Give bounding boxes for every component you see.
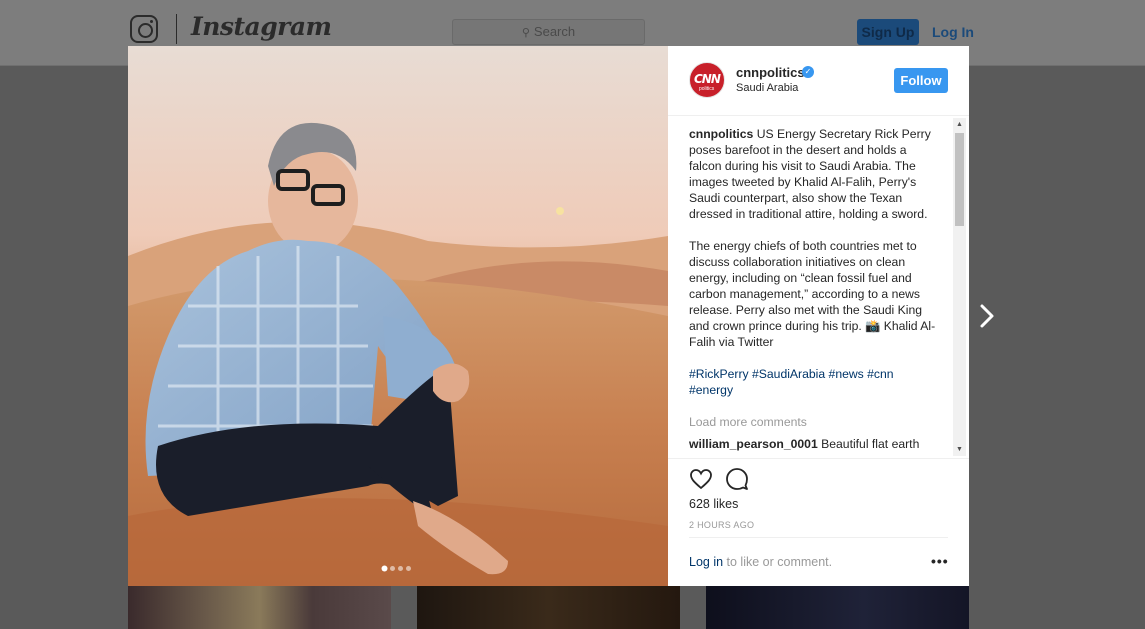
logo-separator (176, 14, 177, 44)
chevron-right-icon[interactable] (977, 302, 997, 330)
search-placeholder: Search (533, 24, 576, 39)
avatar-logo-text: CNN (694, 72, 721, 86)
caption: cnnpolitics US Energy Secretary Rick Per… (689, 126, 939, 222)
divider (689, 537, 948, 538)
grid-thumbnail[interactable] (706, 586, 969, 629)
username-link[interactable]: cnnpolitics (736, 65, 805, 80)
caption-text-p1: US Energy Secretary Rick Perry poses bar… (689, 127, 931, 221)
post-header: CNN politics cnnpolitics ✓ Saudi Arabia … (668, 46, 969, 116)
search-icon: ⚲ (521, 27, 530, 39)
post-timestamp: 2 HOURS AGO (689, 520, 755, 530)
comment-icon[interactable] (725, 467, 749, 491)
comments-scrollbar[interactable]: ▲ ▼ (953, 118, 966, 456)
comment-item: william_pearson_0001 Beautiful flat eart… (689, 436, 939, 452)
instagram-camera-icon (130, 15, 158, 43)
hashtags[interactable]: #RickPerry #SaudiArabia #news #cnn #ener… (689, 366, 939, 398)
grid-thumbnail[interactable] (417, 586, 680, 629)
follow-button[interactable]: Follow (894, 68, 948, 93)
carousel-dot[interactable] (398, 566, 403, 571)
scroll-down-arrow-icon[interactable]: ▼ (953, 443, 966, 456)
more-options-icon[interactable]: ••• (931, 553, 949, 569)
comment-author[interactable]: william_pearson_0001 (689, 437, 818, 451)
verified-badge-icon: ✓ (802, 66, 814, 78)
scroll-up-arrow-icon[interactable]: ▲ (953, 118, 966, 131)
instagram-wordmark: Instagram (191, 12, 332, 41)
login-prompt: Log in to like or comment. (689, 555, 832, 569)
post-modal: CNN politics cnnpolitics ✓ Saudi Arabia … (128, 46, 969, 586)
scrollbar-thumb[interactable] (955, 133, 964, 226)
post-photo[interactable] (128, 46, 668, 586)
search-input[interactable]: ⚲ Search (452, 19, 645, 45)
comment-text: Beautiful flat earth (821, 437, 920, 451)
post-actions: 628 likes 2 HOURS AGO Log in to like or … (668, 458, 969, 586)
carousel-dot[interactable] (406, 566, 411, 571)
post-sidebar: CNN politics cnnpolitics ✓ Saudi Arabia … (668, 46, 969, 586)
avatar[interactable]: CNN politics (689, 62, 725, 98)
location-link[interactable]: Saudi Arabia (736, 82, 798, 94)
carousel-dot[interactable] (390, 566, 395, 571)
signup-button[interactable]: Sign Up (857, 19, 919, 45)
comments-list[interactable]: cnnpolitics US Energy Secretary Rick Per… (689, 126, 939, 456)
carousel-indicator (382, 566, 411, 571)
carousel-dot-active[interactable] (382, 566, 387, 571)
likes-count[interactable]: 628 likes (689, 497, 738, 511)
heart-icon[interactable] (689, 467, 713, 491)
caption-text-p2: The energy chiefs of both countries met … (689, 239, 936, 349)
load-more-comments-button[interactable]: Load more comments (689, 414, 939, 430)
desert-photo-illustration (128, 46, 668, 586)
grid-thumbnail[interactable] (128, 586, 391, 629)
login-link[interactable]: Log In (932, 19, 974, 45)
login-prompt-text: to like or comment. (723, 555, 833, 569)
login-to-comment-link[interactable]: Log in (689, 555, 723, 569)
avatar-logo-subtext: politics (699, 86, 715, 92)
caption-author[interactable]: cnnpolitics (689, 127, 753, 141)
